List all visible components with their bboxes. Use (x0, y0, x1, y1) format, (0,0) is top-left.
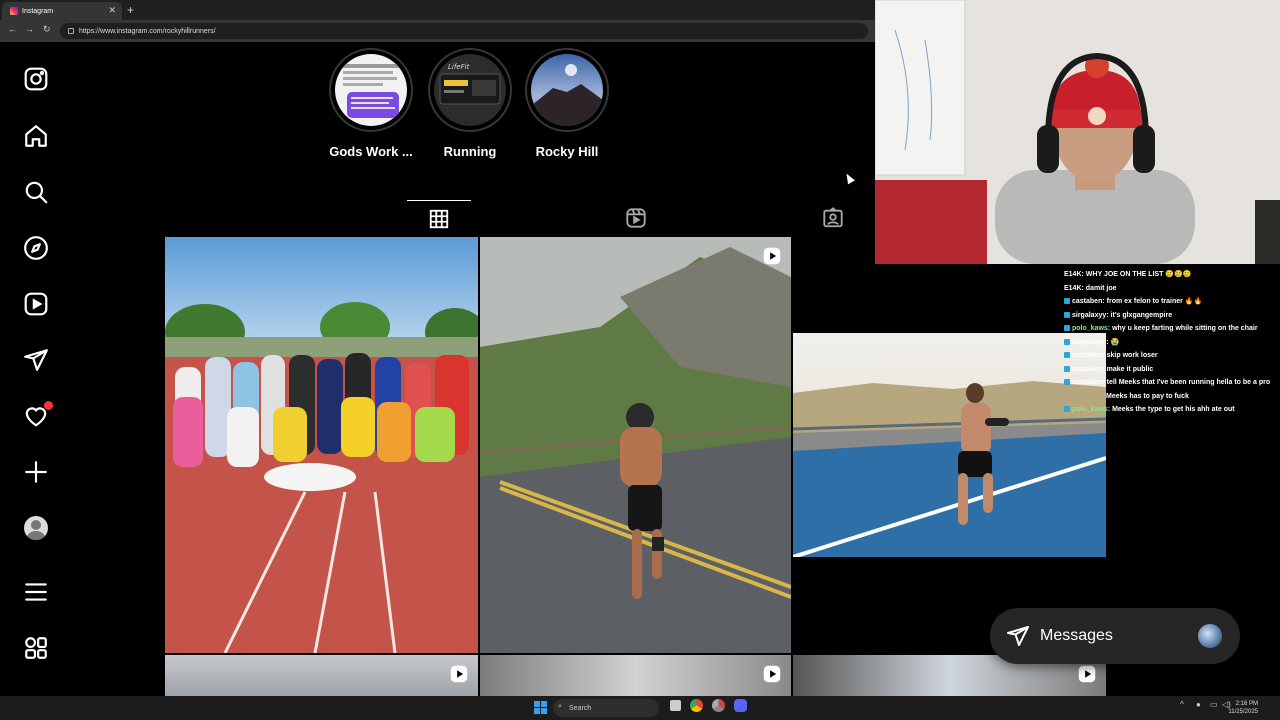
grid-icon (429, 209, 449, 228)
taskbar: ⌕ Search ^ ● ▭ ◁) 2:16 PM 11/25/2025 (0, 696, 1280, 720)
new-tab-icon[interactable]: + (127, 3, 134, 17)
instagram-logo-icon[interactable] (22, 65, 50, 93)
messages-button[interactable]: Messages (990, 608, 1240, 664)
tray-overflow-icon[interactable]: ^ (1180, 700, 1184, 709)
taskbar-clock[interactable]: 2:16 PM 11/25/2025 (1228, 700, 1258, 716)
clock-time: 2:16 PM (1235, 701, 1258, 707)
tab-posts[interactable] (407, 200, 471, 236)
highlight-running[interactable]: LifeFit Running (425, 48, 515, 159)
profile-icon[interactable] (22, 514, 50, 542)
tab-reels[interactable] (604, 200, 668, 236)
reel-badge-icon (1078, 665, 1096, 683)
chat-badge-icon (1064, 406, 1070, 413)
reel-badge-icon (763, 247, 781, 265)
reload-icon[interactable]: ↻ (43, 24, 51, 35)
highlight-label: Running (443, 144, 497, 159)
network-icon[interactable]: ▭ (1210, 700, 1218, 709)
also-from-meta-icon[interactable] (22, 634, 50, 662)
chat-message: polo_kaws: why u keep farting while sitt… (1064, 322, 1278, 336)
highlight-cover: LifeFit (434, 54, 506, 126)
chat-message: sirgalaxyy: 😭 (1064, 336, 1278, 350)
address-bar[interactable]: https://www.instagram.com/rockyhillrunne… (60, 23, 868, 39)
chat-message: castaben: tell Meeks that I've been runn… (1064, 376, 1278, 390)
highlight-label: Rocky Hill (535, 144, 599, 159)
reels-tab-icon (626, 208, 646, 228)
more-menu-icon[interactable] (22, 578, 50, 606)
tab-tagged[interactable] (801, 200, 865, 236)
post-row2-2[interactable] (480, 655, 791, 696)
chrome-profile-icon[interactable] (712, 699, 725, 712)
post-runner-photo[interactable] (793, 333, 1106, 557)
post-group-photo[interactable] (165, 237, 478, 653)
back-icon[interactable]: ← (8, 24, 17, 34)
highlight-rocky-hill[interactable]: Rocky Hill (522, 48, 612, 159)
notifications-icon[interactable] (22, 401, 53, 430)
chat-badge-icon (1064, 325, 1070, 332)
url-text: https://www.instagram.com/rockyhillrunne… (79, 27, 216, 35)
chat-badge-icon (1064, 379, 1070, 386)
close-tab-icon[interactable]: ✕ (108, 5, 116, 16)
avatar (24, 516, 48, 540)
forward-icon[interactable]: → (25, 24, 34, 34)
highlight-label: Gods Work ... (329, 144, 413, 159)
chat-message: Meeks has to pay to fuck (1106, 392, 1189, 400)
search-icon: ⌕ (558, 703, 562, 710)
chat-message: castaben: skip work loser (1064, 349, 1278, 363)
webcam-overlay (875, 0, 1280, 264)
stream-chat: E14K: WHY JOE ON THE LIST 🥲🥲🥲 E14K: dami… (1064, 268, 1278, 417)
highlight-cover (335, 54, 407, 126)
highlight-gods-work[interactable]: Gods Work ... (326, 48, 416, 159)
chat-message: castaben: from ex felon to trainer 🔥🔥 (1064, 295, 1278, 309)
highlight-ring (525, 48, 609, 132)
browser-tabbar: Instagram ✕ + (0, 0, 875, 20)
screen: Instagram ✕ + ← → ↻ https://www.instagra… (0, 0, 1280, 720)
browser-toolbar: ← → ↻ https://www.instagram.com/rockyhil… (0, 20, 875, 42)
reel-badge-icon (763, 665, 781, 683)
svg-text:LifeFit: LifeFit (448, 63, 470, 71)
create-icon[interactable] (22, 458, 50, 486)
chat-badge-icon (1064, 352, 1070, 359)
microphone-icon[interactable]: ● (1196, 700, 1201, 709)
discord-icon[interactable] (734, 699, 747, 712)
explore-icon[interactable] (22, 234, 50, 262)
browser-tab[interactable]: Instagram ✕ (2, 2, 122, 20)
home-icon[interactable] (22, 122, 50, 150)
chat-badge-icon (1064, 311, 1070, 318)
sidebar (0, 42, 72, 696)
highlight-ring (329, 48, 413, 132)
highlight-ring: LifeFit (428, 48, 512, 132)
tab-title: Instagram (22, 7, 54, 15)
post-runner-reel[interactable] (480, 237, 791, 653)
chat-message: E14K: WHY JOE ON THE LIST 🥲🥲🥲 (1064, 271, 1192, 278)
chat-message: E14K: damit joe (1064, 284, 1117, 292)
taskbar-search[interactable]: ⌕ Search (553, 699, 659, 717)
site-info-icon[interactable] (68, 28, 74, 34)
clock-date: 11/25/2025 (1228, 709, 1258, 715)
chat-message: sirgalaxyy: it's glxgangempire (1064, 309, 1278, 323)
instagram-favicon-icon (10, 7, 18, 15)
windows-start-icon[interactable] (534, 701, 547, 714)
highlight-cover (531, 54, 603, 126)
reels-icon[interactable] (22, 290, 50, 318)
chat-badge-icon (1064, 298, 1070, 305)
taskbar-search-label: Search (569, 704, 592, 712)
tagged-icon (823, 207, 843, 228)
avatar (1198, 624, 1222, 648)
chat-message: polo_kaws: Meeks the type to get his ahh… (1064, 403, 1278, 417)
notification-dot (44, 401, 53, 410)
reel-badge-icon (450, 665, 468, 683)
chat-badge-icon (1064, 365, 1070, 372)
messages-icon (1007, 626, 1029, 646)
chrome-icon[interactable] (690, 699, 703, 712)
mouse-cursor (843, 171, 855, 185)
messages-icon[interactable] (22, 346, 50, 374)
messages-label: Messages (1040, 627, 1113, 644)
chat-badge-icon (1064, 338, 1070, 345)
task-view-icon[interactable] (670, 700, 681, 711)
post-row2-1[interactable] (165, 655, 478, 696)
search-icon[interactable] (22, 178, 50, 206)
chat-message: castaben: make it public (1064, 363, 1278, 377)
